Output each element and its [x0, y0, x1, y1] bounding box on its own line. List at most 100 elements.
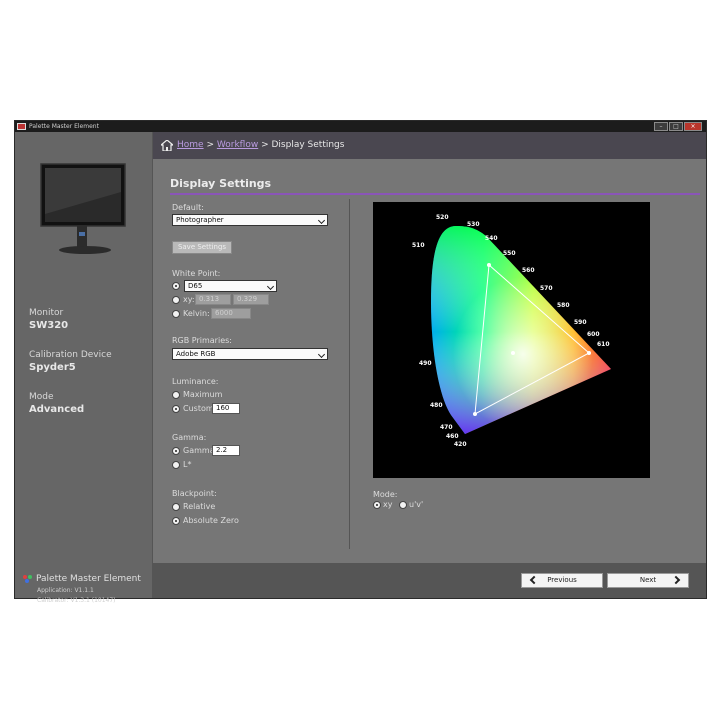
device-label: Calibration Device: [29, 350, 112, 360]
device-value: Spyder5: [29, 362, 76, 373]
monitor-label: Monitor: [29, 308, 64, 318]
white-point-xy-label: xy:: [183, 295, 195, 304]
breadcrumb-bar: Home > Workflow > Display Settings: [153, 132, 706, 159]
title-underline: [170, 193, 700, 195]
breadcrumb-current: Display Settings: [271, 140, 345, 150]
application-version: Application: V1.1.1: [37, 587, 94, 594]
mode-value: Advanced: [29, 404, 85, 415]
blackpoint-absolute-radio[interactable]: [172, 517, 180, 525]
wavelength-label: 460: [446, 433, 459, 440]
wavelength-label: 540: [485, 235, 498, 242]
rgb-primaries-label: RGB Primaries:: [172, 336, 232, 345]
calibrator-version: Calibrator: V1.3.1 (10147): [37, 597, 116, 604]
wavelength-label: 480: [430, 402, 443, 409]
luminance-maximum-radio[interactable]: [172, 391, 180, 399]
chevron-down-icon: [317, 350, 326, 359]
luminance-maximum-label: Maximum: [183, 390, 223, 399]
sidebar: Monitor SW320 Calibration Device Spyder5…: [15, 132, 153, 604]
next-button[interactable]: Next: [607, 573, 689, 588]
gamma-label: Gamma:: [172, 433, 207, 442]
plot-mode-uv-label: u'v': [409, 500, 424, 509]
app-icon: [17, 123, 26, 130]
monitor-image: [40, 163, 126, 254]
home-icon[interactable]: [161, 140, 173, 151]
white-point-y-input[interactable]: 0.329: [233, 294, 269, 305]
wavelength-label: 590: [574, 319, 587, 326]
white-point-preset-select[interactable]: D65: [184, 280, 277, 292]
chevron-left-icon: [529, 575, 539, 585]
white-point-label: White Point:: [172, 269, 221, 278]
breadcrumb-home-link[interactable]: Home: [177, 140, 204, 150]
save-settings-button[interactable]: Save Settings: [172, 241, 232, 254]
page-title: Display Settings: [170, 177, 272, 190]
brand: Palette Master Element: [23, 574, 141, 584]
plot-mode-uv-radio[interactable]: [399, 501, 407, 509]
white-point-kelvin-input[interactable]: 6000: [211, 308, 251, 319]
rgb-primaries-value: Adobe RGB: [176, 350, 216, 358]
window-title: Palette Master Element: [29, 123, 99, 130]
mode-label: Mode: [29, 392, 54, 402]
white-point-kelvin-radio[interactable]: [172, 310, 180, 318]
wavelength-label: 560: [522, 267, 535, 274]
wavelength-label: 420: [454, 441, 467, 448]
plot-mode-xy-label: xy: [383, 500, 393, 509]
maximize-button[interactable]: □: [669, 122, 683, 131]
wavelength-label: 610: [597, 341, 610, 348]
panel-divider: [349, 199, 350, 549]
wavelength-label: 600: [587, 331, 600, 338]
wavelength-label: 470: [440, 424, 453, 431]
breadcrumb-separator: >: [206, 140, 214, 150]
default-select[interactable]: Photographer: [172, 214, 328, 226]
gamma-lstar-radio[interactable]: [172, 461, 180, 469]
blackpoint-label: Blackpoint:: [172, 489, 217, 498]
close-button[interactable]: ×: [684, 122, 702, 131]
wavelength-label: 530: [467, 221, 480, 228]
default-select-value: Photographer: [176, 216, 224, 224]
previous-button[interactable]: Previous: [521, 573, 603, 588]
wavelength-label: 490: [419, 360, 432, 367]
next-button-label: Next: [639, 576, 657, 584]
chevron-right-icon: [671, 575, 681, 585]
wavelength-label: 550: [503, 250, 516, 257]
chevron-down-icon: [266, 282, 275, 291]
brand-logo-icon: [23, 574, 33, 583]
gamma-input[interactable]: 2.2: [212, 445, 240, 456]
luminance-custom-label: Custom: [183, 404, 214, 413]
wavelength-label: 520: [436, 214, 449, 221]
white-point-x-input[interactable]: 0.313: [195, 294, 231, 305]
plot-mode-label: Mode:: [373, 490, 398, 499]
plot-mode-xy-radio[interactable]: [373, 501, 381, 509]
breadcrumb: Home > Workflow > Display Settings: [177, 132, 344, 159]
blackpoint-relative-radio[interactable]: [172, 503, 180, 511]
luminance-custom-input[interactable]: 160: [212, 403, 240, 414]
default-label: Default:: [172, 203, 204, 212]
wavelength-label: 580: [557, 302, 570, 309]
chromaticity-diagram: 520 530 510 540 550 560 570 580 590 600 …: [373, 202, 650, 478]
breadcrumb-separator: >: [261, 140, 269, 150]
gamma-lstar-label: L*: [183, 460, 192, 469]
breadcrumb-workflow-link[interactable]: Workflow: [217, 140, 258, 150]
luminance-label: Luminance:: [172, 377, 219, 386]
rgb-primaries-select[interactable]: Adobe RGB: [172, 348, 328, 360]
blackpoint-relative-label: Relative: [183, 502, 216, 511]
minimize-button[interactable]: –: [654, 122, 668, 131]
gamma-value-radio[interactable]: [172, 447, 180, 455]
brand-name: Palette Master Element: [36, 574, 141, 584]
main-panel: Display Settings Default: Photographer S…: [153, 159, 706, 563]
luminance-custom-radio[interactable]: [172, 405, 180, 413]
white-point-preset-value: D65: [188, 282, 203, 290]
title-bar: Palette Master Element – □ ×: [15, 121, 706, 132]
app-window: Palette Master Element – □ × Monitor SW3…: [14, 120, 707, 604]
previous-button-label: Previous: [547, 576, 577, 584]
window-controls: – □ ×: [653, 122, 702, 131]
white-point-preset-radio[interactable]: [172, 282, 180, 290]
footer-bar: Previous Next: [153, 563, 706, 598]
wavelength-label: 510: [412, 242, 425, 249]
chevron-down-icon: [317, 216, 326, 225]
white-point-xy-radio[interactable]: [172, 296, 180, 304]
white-point-kelvin-label: Kelvin:: [183, 309, 210, 318]
gamma-option-label: Gamma: [183, 446, 215, 455]
blackpoint-absolute-label: Absolute Zero: [183, 516, 239, 525]
wavelength-label: 570: [540, 285, 553, 292]
monitor-value: SW320: [29, 320, 69, 331]
